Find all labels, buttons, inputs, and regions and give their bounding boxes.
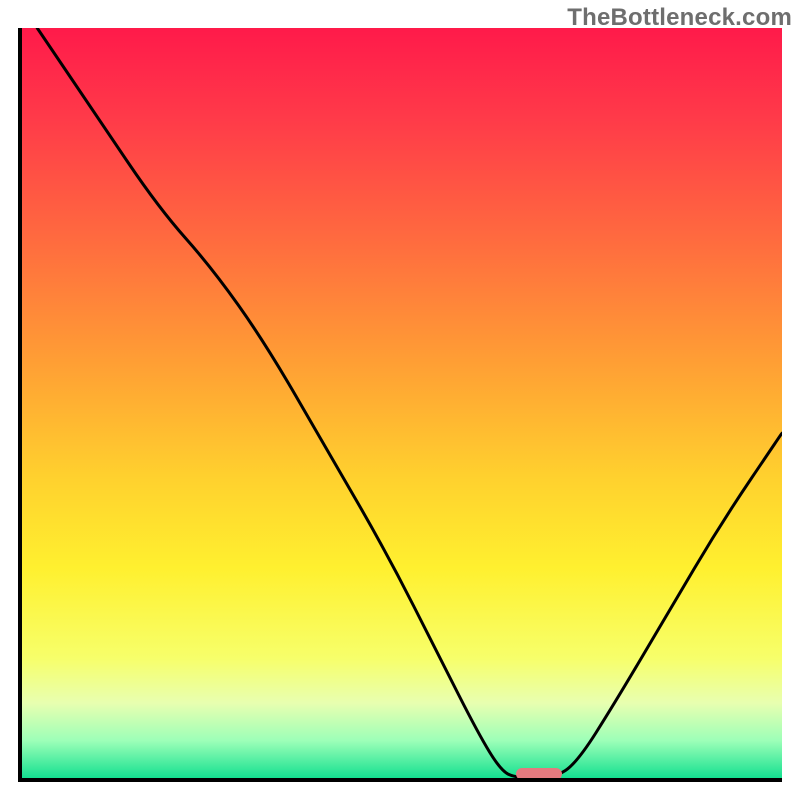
chart-svg	[22, 28, 782, 778]
optimal-zone-marker	[516, 768, 562, 780]
bottleneck-chart: TheBottleneck.com	[0, 0, 800, 800]
plot-area	[18, 28, 782, 782]
gradient-backdrop	[22, 28, 782, 778]
watermark-text: TheBottleneck.com	[567, 4, 792, 32]
